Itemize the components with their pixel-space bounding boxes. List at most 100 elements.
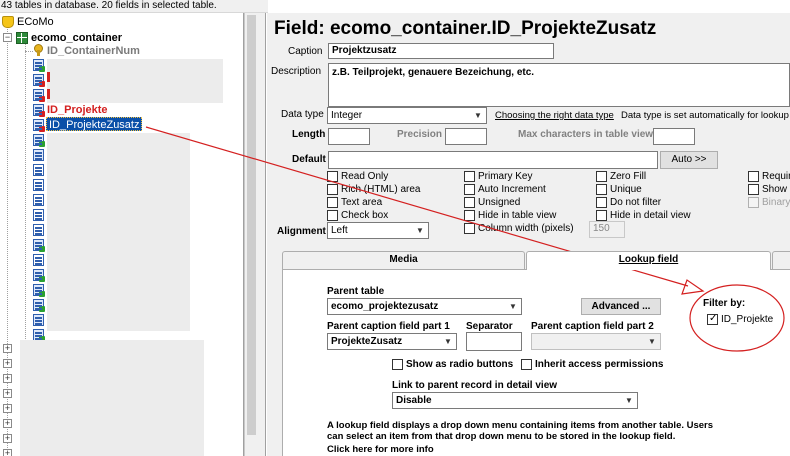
precision-input[interactable] [445,128,487,145]
default-input[interactable] [328,151,658,169]
datatype-value: Integer [331,110,363,121]
table-tree[interactable]: ECoMo − ecomo_container ID_ContainerNum … [0,13,244,456]
inherit-permissions-checkbox[interactable]: Inherit access permissions [521,359,663,371]
column-width-input[interactable]: 150 [589,221,625,238]
link-parent-select[interactable]: Disable ▼ [392,392,638,409]
separator-label: Separator [466,321,513,332]
length-input[interactable] [328,128,370,145]
database-icon [2,16,14,28]
status-bar: 43 tables in database. 20 fields in sele… [0,0,268,13]
key-icon [34,44,44,56]
caption-part2-label: Parent caption field part 2 [531,321,654,332]
field-icon [33,194,44,206]
maxchars-label: Max characters in table view [518,129,654,140]
field-icon [33,284,45,297]
tree-field-item[interactable]: ID_Projekte [47,103,108,117]
expand-icon[interactable]: + [3,344,12,353]
field-icon [33,254,44,266]
redacted-area [47,59,223,103]
redacted-area [47,133,190,331]
length-label: Length [292,129,326,140]
caption-part1-select[interactable]: ProjekteZusatz ▼ [327,333,457,350]
column-width-checkbox[interactable]: Column width (pixels) [464,223,574,235]
check-box-checkbox[interactable]: Check box [327,210,388,222]
field-properties-panel: Field: ecomo_container.ID_ProjekteZusatz… [267,13,790,456]
advanced-button[interactable]: Advanced ... [581,298,661,315]
readonly-checkbox[interactable]: Read Only [327,171,388,183]
field-icon [33,149,44,161]
maxchars-input[interactable] [653,128,695,145]
unsigned-checkbox[interactable]: Unsigned [464,197,520,209]
alignment-select[interactable]: Left ▼ [327,222,429,239]
filter-field-checkbox[interactable]: ID_Projekte [707,313,773,326]
tree-field-item[interactable]: ID_ContainerNum [47,44,140,58]
chevron-down-icon: ▼ [474,111,482,120]
tree-table-label[interactable]: ecomo_container [31,31,122,45]
field-icon [33,209,44,221]
expand-icon[interactable]: + [3,449,12,456]
link-parent-label: Link to parent record in detail view [392,380,558,391]
tree-root-label[interactable]: ECoMo [17,15,54,29]
parent-table-select[interactable]: ecomo_projektezusatz ▼ [327,298,522,315]
caption-part2-select[interactable]: ▼ [531,333,661,350]
binary-checkbox[interactable]: Binary [748,197,790,209]
description-label: Description [271,66,322,77]
field-icon [33,89,45,102]
caption-part1-label: Parent caption field part 1 [327,321,450,332]
datatype-select[interactable]: Integer ▼ [327,107,487,124]
expand-icon[interactable]: + [3,389,12,398]
do-not-filter-checkbox[interactable]: Do not filter [596,197,661,209]
field-icon [33,74,45,87]
chevron-down-icon: ▼ [416,226,424,235]
tree-field-selected[interactable]: ID_ProjekteZusatz [46,117,143,131]
chevron-down-icon: ▼ [625,396,633,405]
lookup-info-text: A lookup field displays a drop down menu… [327,420,714,431]
panel-splitter[interactable] [258,13,266,456]
required-checkbox[interactable]: Required [748,171,790,183]
default-label: Default [292,154,326,165]
field-icon [33,104,45,117]
primary-key-checkbox[interactable]: Primary Key [464,171,532,183]
field-icon [33,299,45,312]
tab-lookup-field[interactable]: Lookup field [526,251,771,270]
alignment-value: Left [331,225,348,236]
scrollbar-thumb[interactable] [247,15,256,435]
chevron-down-icon: ▼ [509,302,517,311]
caption-input[interactable]: Projektzusatz [328,43,554,59]
expand-icon[interactable]: + [3,374,12,383]
text-area-checkbox[interactable]: Text area [327,197,382,209]
datatype-hint: Data type is set automatically for looku… [621,110,790,121]
tab-media[interactable]: Media [282,251,525,269]
field-icon [33,179,44,191]
separator-input[interactable] [466,332,522,351]
zero-fill-checkbox[interactable]: Zero Fill [596,171,646,183]
caption-label: Caption [288,46,323,57]
auto-increment-checkbox[interactable]: Auto Increment [464,184,546,196]
hide-detail-view-checkbox[interactable]: Hide in detail view [596,210,691,222]
unique-checkbox[interactable]: Unique [596,184,642,196]
alignment-label: Alignment [277,226,326,237]
show-column-checkbox[interactable]: Show colu [748,184,790,196]
expand-icon[interactable]: + [3,419,12,428]
parent-table-label: Parent table [327,286,385,297]
tree-guide-line [25,43,26,343]
rich-html-checkbox[interactable]: Rich (HTML) area [327,184,420,196]
properties-tabs: Media Lookup field Parent table ecomo_pr… [282,251,790,456]
expand-icon[interactable]: + [3,359,12,368]
auto-button[interactable]: Auto >> [660,151,718,169]
hide-table-view-checkbox[interactable]: Hide in table view [464,210,556,222]
expand-icon[interactable]: + [3,434,12,443]
page-title: Field: ecomo_container.ID_ProjekteZusatz [274,18,657,39]
more-info-link[interactable]: Click here for more info [327,444,434,455]
datatype-help-link[interactable]: Choosing the right data type [495,110,614,121]
description-textarea[interactable]: z.B. Teilprojekt, genauere Bezeichung, e… [328,63,790,107]
expand-icon[interactable]: + [3,404,12,413]
radio-buttons-checkbox[interactable]: Show as radio buttons [392,359,513,371]
collapse-icon[interactable]: − [3,33,12,42]
tree-scrollbar[interactable] [244,13,258,456]
datatype-label: Data type [281,109,324,120]
field-icon [33,314,44,326]
tab-more[interactable] [772,251,790,269]
field-icon [33,269,45,282]
lookup-info-text: can select an item from that drop down m… [327,431,676,442]
